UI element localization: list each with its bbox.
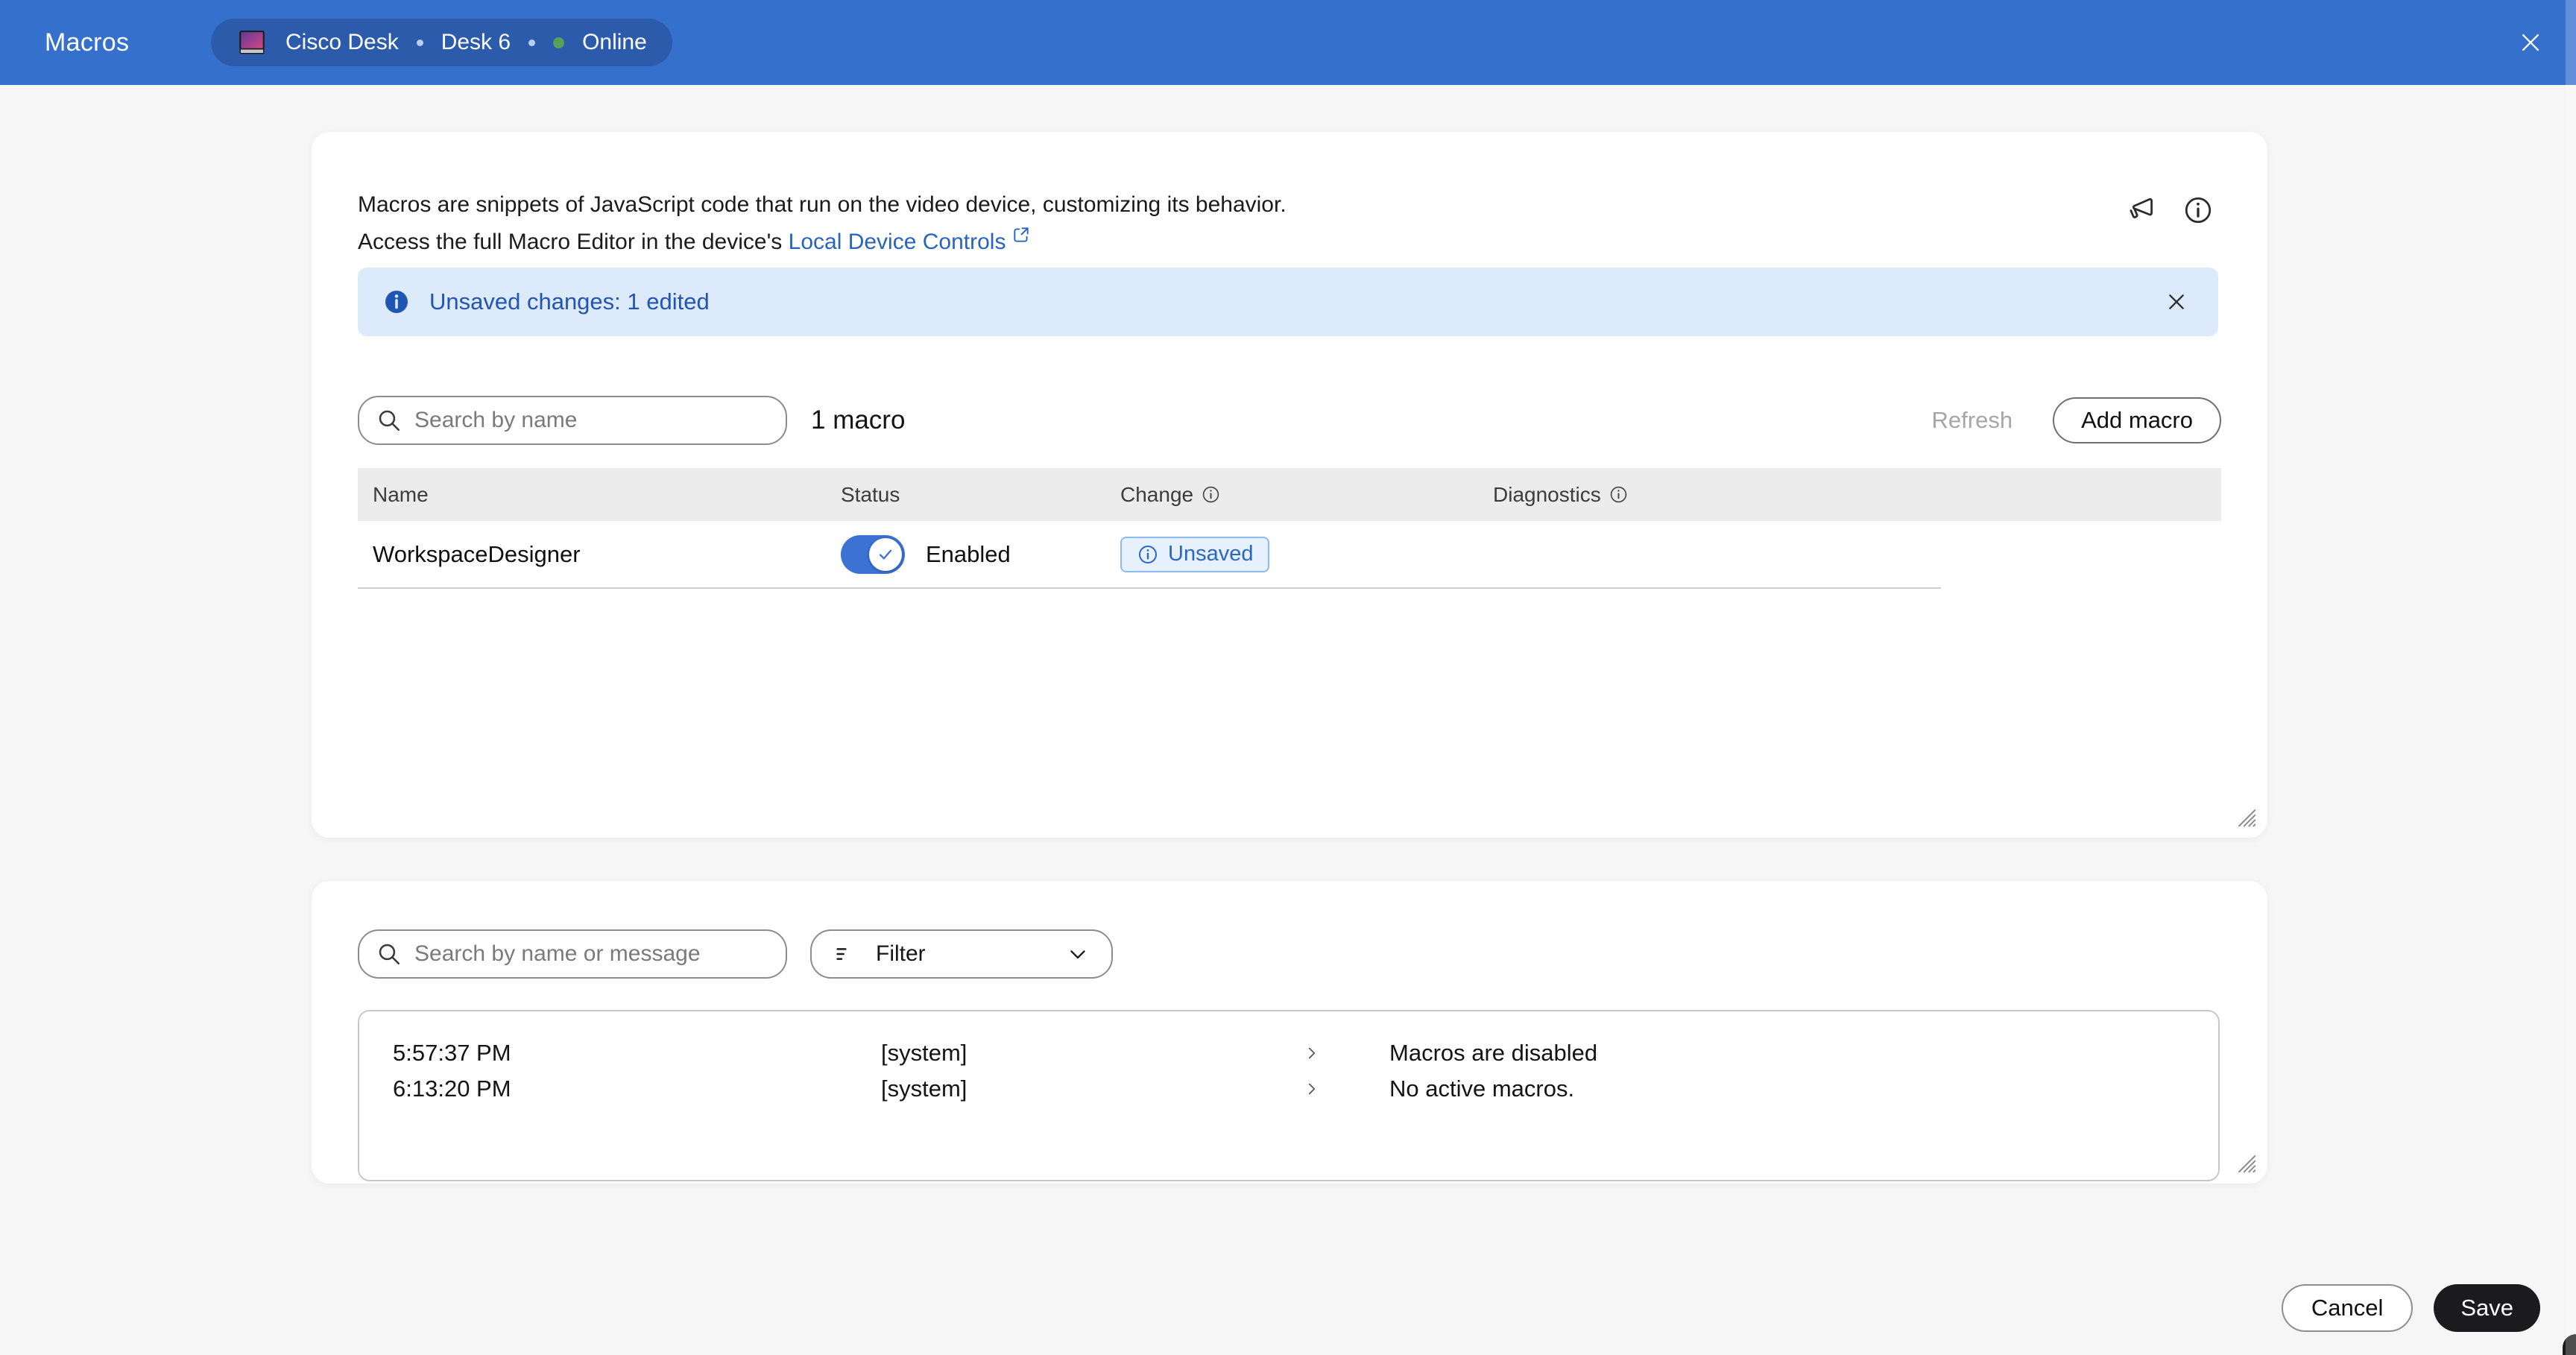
log-message: No active macros. bbox=[1389, 1076, 1575, 1102]
macros-panel: Macros Cisco Desk Desk 6 Online Macros a… bbox=[0, 0, 2576, 1355]
scrollbar[interactable] bbox=[2566, 0, 2576, 1355]
macro-change-cell: Unsaved bbox=[1120, 536, 1493, 572]
log-search-input[interactable] bbox=[358, 929, 787, 979]
macro-search bbox=[358, 396, 787, 445]
macros-toolbar: 1 macro Refresh Add macro bbox=[358, 396, 2221, 445]
log-time: 5:57:37 PM bbox=[393, 1040, 511, 1066]
column-header-diagnostics: Diagnostics bbox=[1493, 483, 2221, 507]
macro-status-cell: Enabled bbox=[841, 534, 1120, 574]
macro-enabled-toggle[interactable] bbox=[841, 534, 905, 574]
resize-handle-icon[interactable] bbox=[2233, 804, 2257, 832]
log-search bbox=[358, 929, 787, 979]
chevron-right-icon bbox=[1308, 1047, 1316, 1059]
info-icon bbox=[2185, 197, 2212, 224]
toggle-knob bbox=[869, 537, 902, 571]
log-entry: 6:13:20 PM [system] No active macros. bbox=[393, 1071, 2218, 1107]
log-source: [system] bbox=[881, 1076, 967, 1102]
save-button[interactable]: Save bbox=[2434, 1284, 2540, 1332]
macros-description: Macros are snippets of JavaScript code t… bbox=[358, 189, 1287, 259]
card-action-icons bbox=[2123, 193, 2215, 227]
separator-dot-icon bbox=[416, 39, 423, 46]
unsaved-badge-label: Unsaved bbox=[1168, 542, 1254, 566]
logs-card: Filter 5:57:37 PM [system] Macros are di… bbox=[312, 881, 2267, 1184]
log-entry: 5:57:37 PM [system] Macros are disabled bbox=[393, 1035, 2218, 1071]
description-line-1: Macros are snippets of JavaScript code t… bbox=[358, 192, 1287, 217]
log-expand-button[interactable] bbox=[1297, 1038, 1327, 1068]
macro-search-input[interactable] bbox=[358, 396, 787, 445]
unsaved-changes-banner: Unsaved changes: 1 edited bbox=[358, 268, 2218, 336]
info-icon[interactable] bbox=[1609, 484, 1629, 505]
unsaved-badge: Unsaved bbox=[1120, 536, 1270, 572]
log-expand-button[interactable] bbox=[1297, 1074, 1327, 1104]
banner-message: Unsaved changes: 1 edited bbox=[429, 288, 710, 315]
close-icon bbox=[2522, 34, 2539, 51]
cancel-button[interactable]: Cancel bbox=[2281, 1284, 2414, 1332]
filter-label: Filter bbox=[876, 941, 926, 966]
macro-status-label: Enabled bbox=[926, 540, 1011, 567]
info-icon[interactable] bbox=[1201, 484, 1221, 505]
search-icon bbox=[376, 407, 402, 438]
device-monitor-icon bbox=[239, 31, 265, 54]
device-name: Cisco Desk bbox=[285, 30, 399, 54]
column-header-change: Change bbox=[1120, 483, 1493, 507]
separator-dot-icon bbox=[528, 39, 536, 46]
log-source: [system] bbox=[881, 1040, 967, 1066]
log-time: 6:13:20 PM bbox=[393, 1076, 511, 1102]
feedback-button[interactable] bbox=[2123, 193, 2157, 227]
log-message: Macros are disabled bbox=[1389, 1040, 1598, 1066]
online-status-dot-icon bbox=[553, 37, 565, 48]
device-model: Desk 6 bbox=[441, 30, 511, 54]
banner-close-button[interactable] bbox=[2160, 285, 2193, 318]
info-icon bbox=[1138, 545, 1158, 563]
footer-actions: Cancel Save bbox=[2281, 1284, 2540, 1332]
megaphone-icon bbox=[2130, 198, 2153, 218]
check-icon bbox=[879, 549, 892, 559]
log-output: 5:57:37 PM [system] Macros are disabled … bbox=[358, 1010, 2220, 1181]
device-status: Online bbox=[582, 30, 647, 54]
macro-name: WorkspaceDesigner bbox=[373, 540, 581, 567]
macros-card: Macros are snippets of JavaScript code t… bbox=[312, 132, 2267, 838]
device-selector-pill[interactable]: Cisco Desk Desk 6 Online bbox=[211, 19, 672, 66]
filter-dropdown[interactable]: Filter bbox=[810, 929, 1113, 979]
close-panel-button[interactable] bbox=[2513, 25, 2548, 60]
top-bar: Macros Cisco Desk Desk 6 Online bbox=[0, 0, 2576, 85]
macro-table-row[interactable]: WorkspaceDesigner Enabled Unsaved bbox=[358, 521, 1941, 589]
macro-count: 1 macro bbox=[811, 405, 906, 435]
chevron-down-icon bbox=[1070, 950, 1085, 959]
resize-handle-icon[interactable] bbox=[2233, 1150, 2257, 1178]
external-link-icon bbox=[1011, 221, 1031, 254]
column-header-name: Name bbox=[373, 482, 429, 506]
description-line-2: Access the full Macro Editor in the devi… bbox=[358, 221, 1287, 259]
page-title: Macros bbox=[45, 28, 130, 57]
logs-toolbar: Filter bbox=[358, 929, 1113, 979]
search-icon bbox=[376, 941, 402, 971]
refresh-button[interactable]: Refresh bbox=[1917, 407, 2028, 434]
close-icon bbox=[2169, 294, 2184, 309]
local-device-controls-link[interactable]: Local Device Controls bbox=[789, 230, 1006, 254]
info-button[interactable] bbox=[2181, 193, 2215, 227]
macros-table-header: Name Status Change Diagnostics bbox=[358, 468, 2221, 521]
chevron-right-icon bbox=[1308, 1083, 1316, 1095]
filter-icon bbox=[836, 948, 847, 960]
column-header-status: Status bbox=[841, 482, 900, 506]
add-macro-button[interactable]: Add macro bbox=[2053, 397, 2221, 443]
info-filled-icon bbox=[385, 291, 408, 313]
